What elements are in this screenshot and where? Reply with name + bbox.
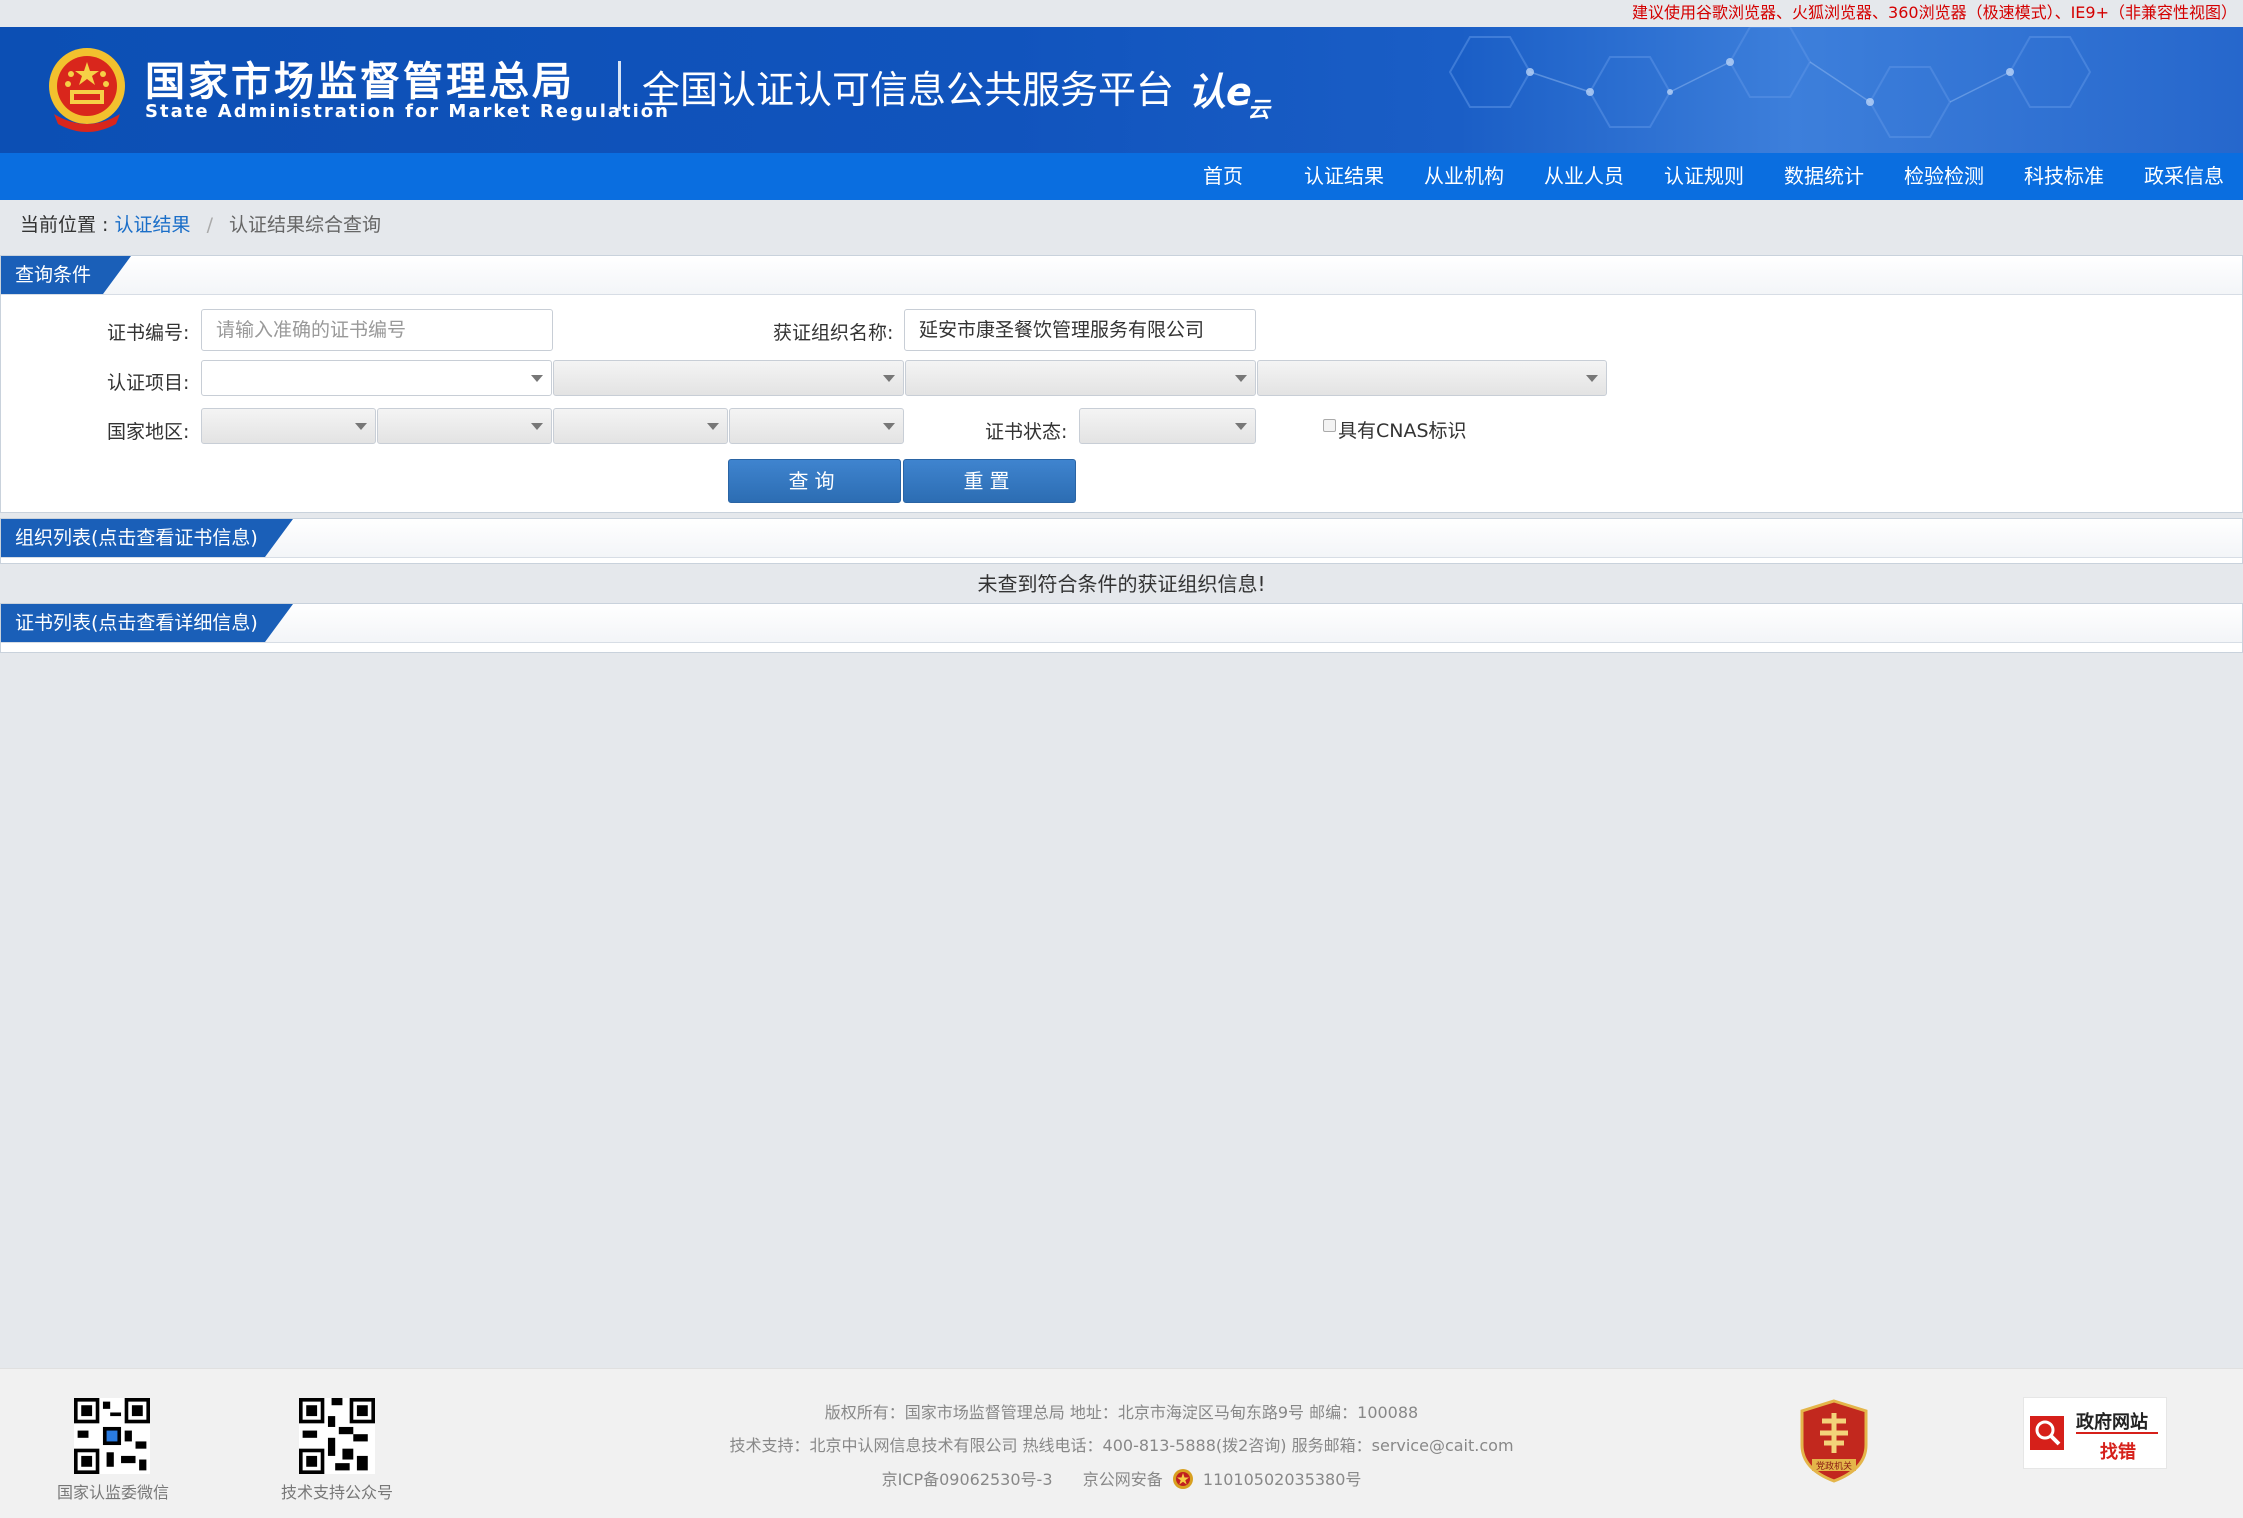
project-select-4[interactable] (1257, 360, 1607, 396)
cnas-checkbox[interactable] (1323, 419, 1336, 432)
region-select-country[interactable] (201, 408, 376, 444)
breadcrumb-current: 认证结果综合查询 (229, 214, 382, 236)
banner-divider (618, 61, 621, 111)
platform-logo-main: 认e (1188, 70, 1252, 114)
breadcrumb: 当前位置 : 认证结果 / 认证结果综合查询 (20, 210, 381, 237)
platform-logo: 认e云 (1188, 61, 1274, 123)
project-select-2[interactable] (553, 360, 904, 396)
chevron-down-icon (355, 423, 367, 430)
chevron-down-icon (883, 423, 895, 430)
query-panel-header: 查询条件 (1, 256, 2242, 295)
nav-item-cert-results[interactable]: 认证结果 (1304, 153, 1384, 200)
cnas-label: 具有CNAS标识 (1338, 420, 1467, 442)
party-government-badge-icon[interactable]: 党政机关 (1798, 1399, 1870, 1483)
nav-item-personnel[interactable]: 从业人员 (1544, 153, 1624, 200)
police-record-prefix: 京公网安备 (1082, 1470, 1163, 1489)
cert-no-label: 证书编号: (107, 322, 190, 344)
browser-notice: 建议使用谷歌浏览器、火狐浏览器、360浏览器（极速模式）、IE9+（非兼容性视图… (0, 0, 2243, 27)
cert-list-title: 证书列表(点击查看详细信息) (1, 604, 293, 642)
org-name-input[interactable]: 延安市康圣餐饮管理服务有限公司 (904, 309, 1256, 351)
reset-button[interactable]: 重置 (903, 459, 1076, 503)
status-select[interactable] (1079, 408, 1256, 444)
org-name-label: 获证组织名称: (773, 322, 894, 344)
nav-item-cert-rules[interactable]: 认证规则 (1664, 153, 1744, 200)
nav-item-inspection[interactable]: 检验检测 (1904, 153, 1984, 200)
chevron-down-icon (883, 375, 895, 382)
chevron-down-icon (531, 375, 543, 382)
chevron-down-icon (1235, 375, 1247, 382)
region-select-city[interactable] (553, 408, 728, 444)
icp-record-link[interactable]: 京ICP备09062530号-3 (882, 1470, 1053, 1489)
query-panel: 查询条件 证书编号: 获证组织名称: 延安市康圣餐饮管理服务有限公司 认证项目:… (0, 255, 2243, 513)
nav-item-statistics[interactable]: 数据统计 (1784, 153, 1864, 200)
gov-website-find-error-link[interactable]: 政府网站 找错 (2023, 1397, 2167, 1469)
footer: 国家认监委微信 技术支持公众号 版权所有：国家市场监督管理总局 地址：北京市海淀… (0, 1368, 2243, 1518)
chevron-down-icon (707, 423, 719, 430)
query-panel-title: 查询条件 (1, 256, 131, 294)
party-badge-text: 党政机关 (1816, 1460, 1852, 1472)
org-name-en: State Administration for Market Regulati… (145, 101, 670, 122)
cert-list-panel: 证书列表(点击查看详细信息) (0, 603, 2243, 653)
nav-item-standards[interactable]: 科技标准 (2024, 153, 2104, 200)
project-select-1[interactable] (201, 360, 552, 396)
org-list-title: 组织列表(点击查看证书信息) (1, 519, 293, 557)
chevron-down-icon (1586, 375, 1598, 382)
magnifier-icon (2030, 1416, 2064, 1450)
breadcrumb-separator: / (206, 214, 213, 236)
header-banner: 国家市场监督管理总局 State Administration for Mark… (0, 27, 2243, 153)
nav-item-home[interactable]: 首页 (1203, 153, 1243, 200)
region-select-district[interactable] (729, 408, 904, 444)
main-nav: 首页 认证结果 从业机构 从业人员 认证规则 数据统计 检验检测 科技标准 政采… (0, 153, 2243, 200)
platform-title: 全国认证认可信息公共服务平台 (642, 68, 1175, 112)
footer-support-line: 技术支持：北京中认网信息技术有限公司 热线电话：400-813-5888(拨2咨… (729, 1436, 1514, 1455)
hexagon-network-decoration (1448, 27, 2092, 138)
find-error-divider (2076, 1432, 2158, 1434)
breadcrumb-prefix: 当前位置 : (20, 214, 109, 236)
nav-item-procurement[interactable]: 政采信息 (2144, 153, 2224, 200)
org-list-empty-message: 未查到符合条件的获证组织信息! (977, 572, 1266, 596)
footer-record-line: 京ICP备09062530号-3 京公网安备 11010502035380号 (0, 1466, 2243, 1490)
org-list-panel: 组织列表(点击查看证书信息) (0, 518, 2243, 564)
region-select-province[interactable] (377, 408, 552, 444)
platform-logo-sub: 云 (1247, 98, 1270, 123)
breadcrumb-link-cert-results[interactable]: 认证结果 (115, 214, 191, 236)
search-button[interactable]: 查询 (728, 459, 901, 503)
police-badge-icon (1172, 1469, 1193, 1489)
region-label: 国家地区: (107, 421, 190, 443)
cert-no-input[interactable] (201, 309, 553, 351)
project-select-3[interactable] (905, 360, 1256, 396)
project-label: 认证项目: (107, 372, 190, 394)
chevron-down-icon (1235, 423, 1247, 430)
cert-list-header: 证书列表(点击查看详细信息) (1, 604, 2242, 643)
org-name-cn: 国家市场监督管理总局 (145, 59, 575, 105)
org-list-header: 组织列表(点击查看证书信息) (1, 519, 2242, 558)
police-record-link[interactable]: 11010502035380号 (1203, 1470, 1362, 1489)
footer-copyright-line: 版权所有：国家市场监督管理总局 地址：北京市海淀区马甸东路9号 邮编：10008… (824, 1403, 1419, 1422)
status-label: 证书状态: (985, 421, 1068, 443)
find-error-sub: 找错 (2100, 1442, 2136, 1463)
find-error-title: 政府网站 (2076, 1412, 2148, 1433)
nav-item-institutions[interactable]: 从业机构 (1424, 153, 1504, 200)
chevron-down-icon (531, 423, 543, 430)
national-emblem-icon (49, 48, 125, 132)
